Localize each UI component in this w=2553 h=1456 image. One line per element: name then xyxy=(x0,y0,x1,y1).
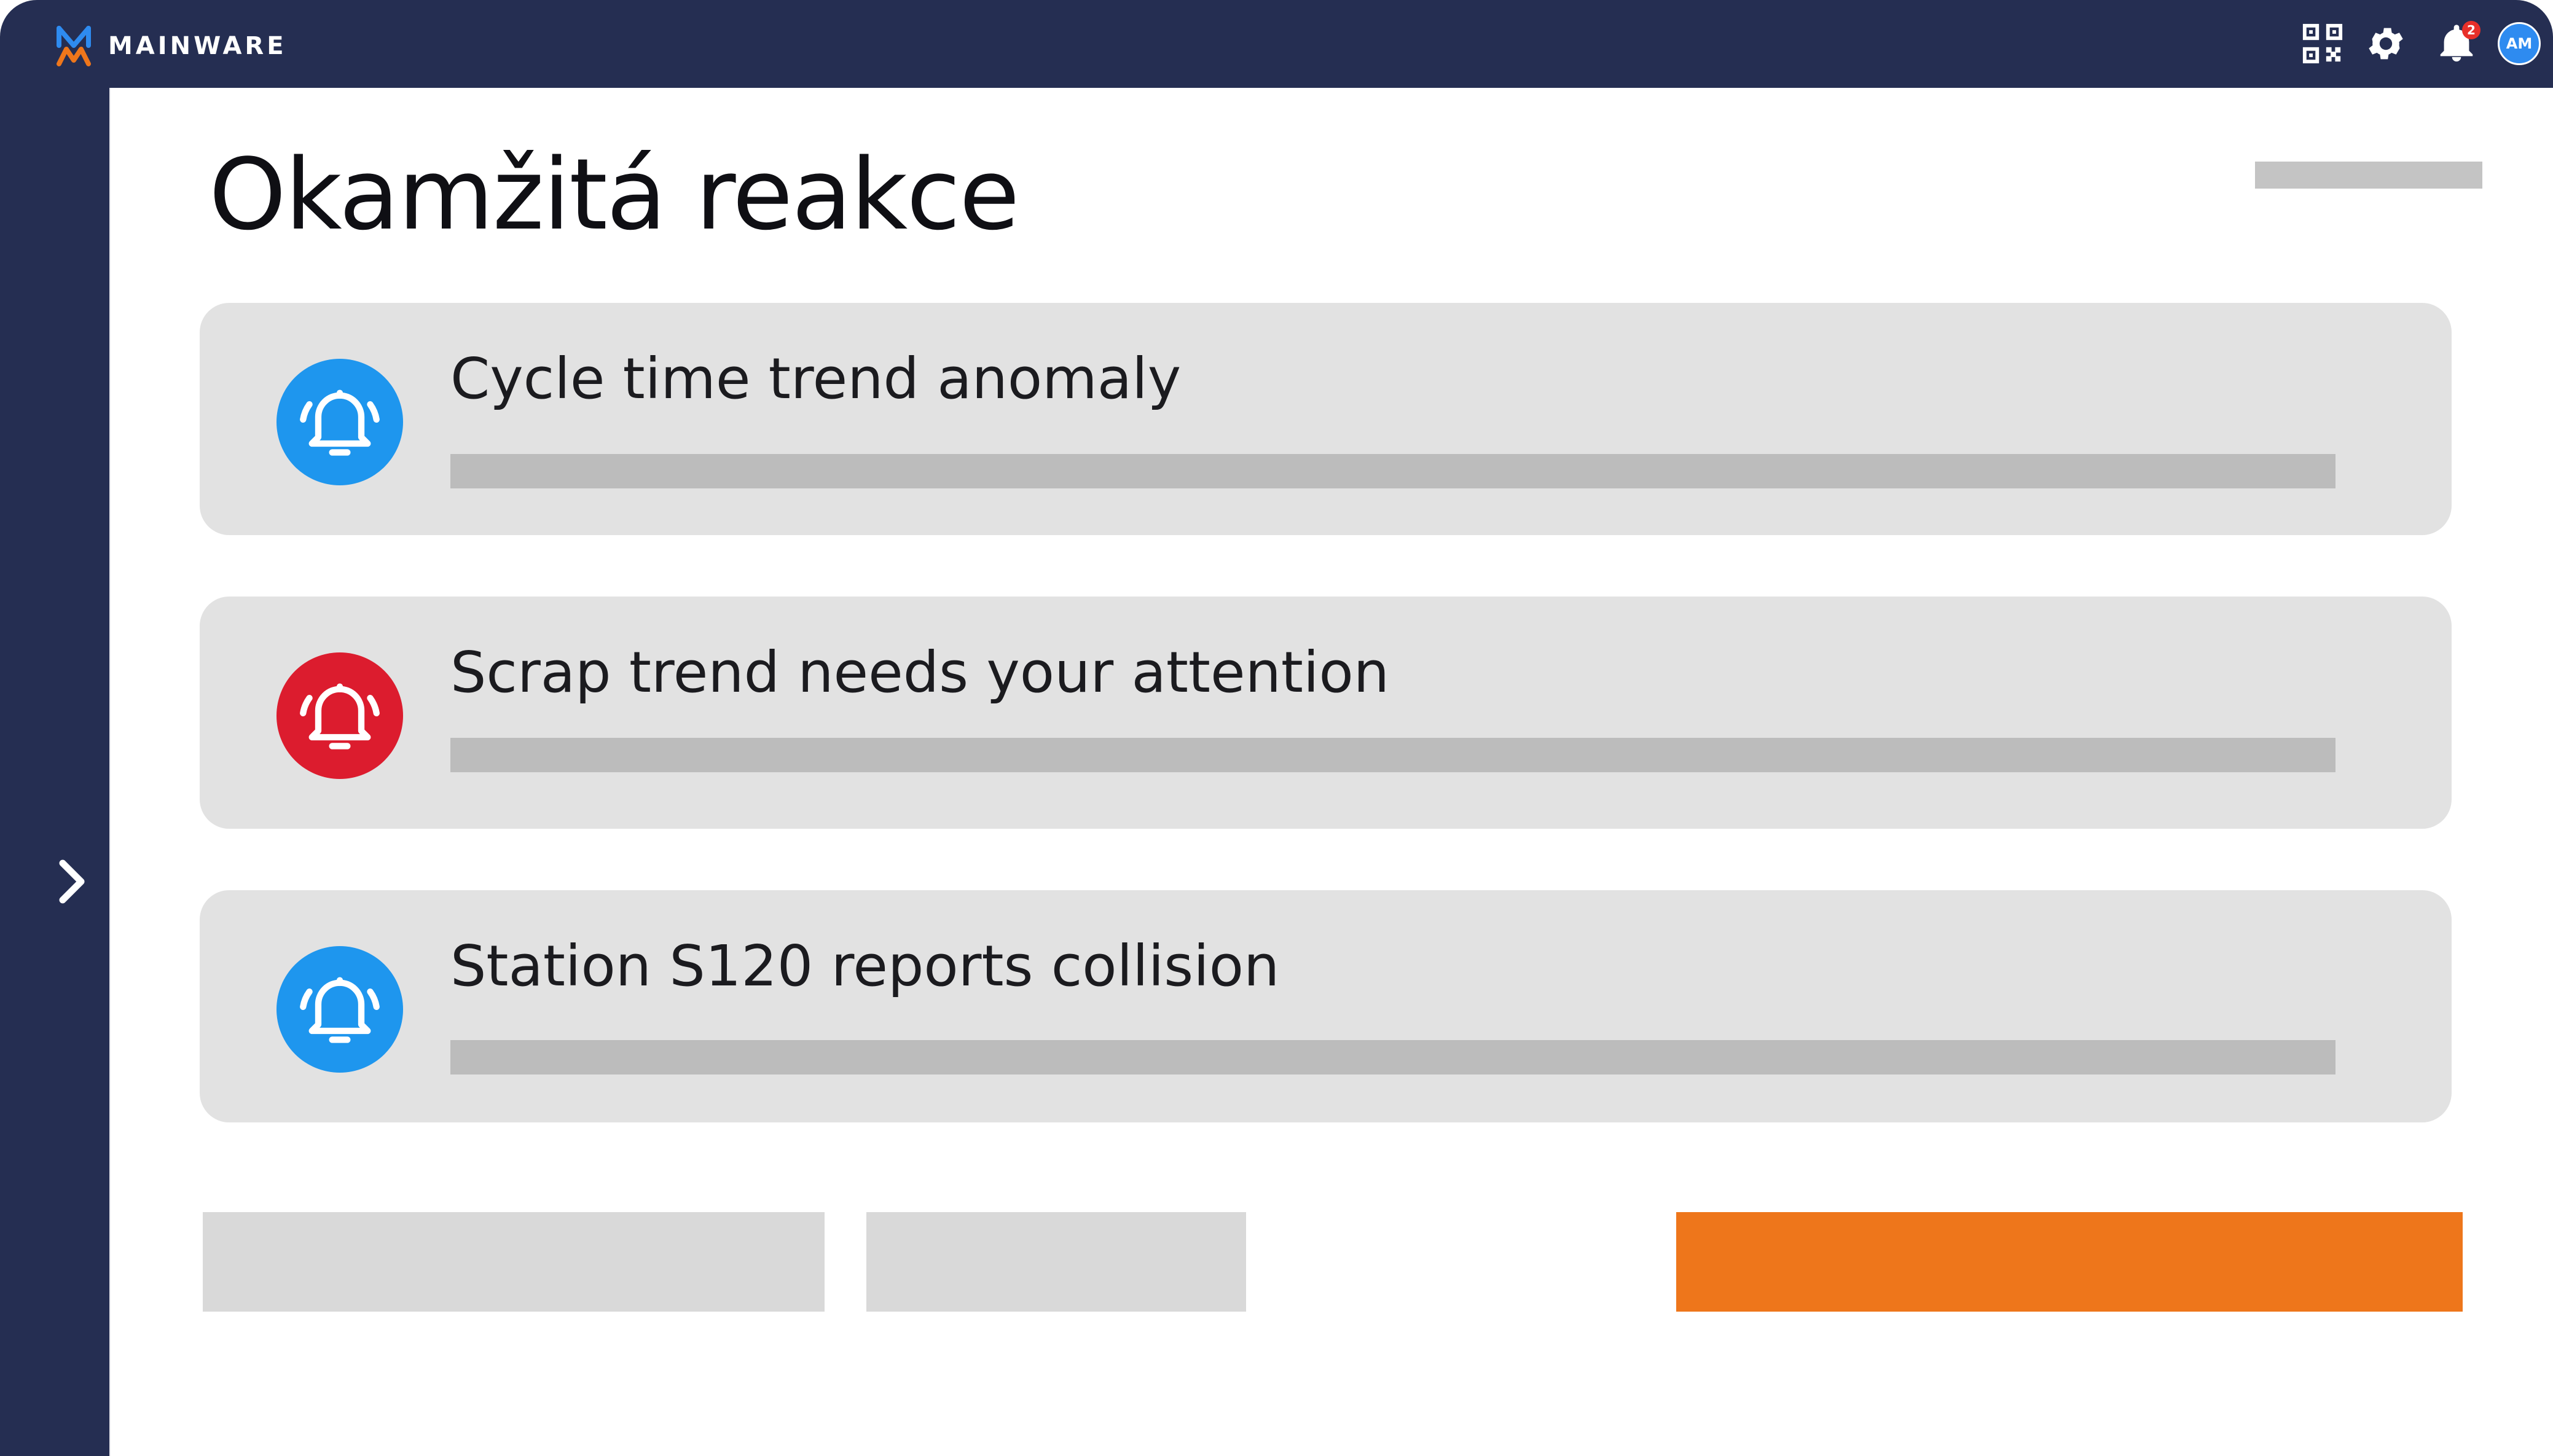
alert-description-placeholder xyxy=(450,1040,2335,1074)
page-title: Okamžitá reakce xyxy=(209,137,1020,252)
notification-badge: 2 xyxy=(2462,21,2480,39)
alert-title: Cycle time trend anomaly xyxy=(450,346,1182,412)
gear-icon[interactable] xyxy=(2364,22,2407,65)
sidebar-expand-button[interactable] xyxy=(50,857,93,906)
secondary-action-button[interactable] xyxy=(203,1212,825,1312)
alert-title: Station S120 reports collision xyxy=(450,933,1280,999)
alert-icon xyxy=(276,652,403,779)
alert-title: Scrap trend needs your attention xyxy=(450,640,1390,705)
mainware-logo-icon xyxy=(57,26,91,66)
bell-icon xyxy=(276,359,403,485)
alert-card[interactable]: Cycle time trend anomaly xyxy=(200,303,2452,535)
alert-icon xyxy=(276,946,403,1073)
brand[interactable]: MAINWARE xyxy=(55,25,287,68)
avatar[interactable]: AM xyxy=(2498,22,2541,65)
alert-card[interactable]: Scrap trend needs your attention xyxy=(200,597,2452,829)
main-content: Okamžitá reakce Cycle time trend anomaly xyxy=(109,88,2553,1456)
alert-card[interactable]: Station S120 reports collision xyxy=(200,890,2452,1122)
alert-description-placeholder xyxy=(450,738,2335,772)
primary-action-button[interactable] xyxy=(1676,1212,2463,1312)
alert-description-placeholder xyxy=(450,454,2335,488)
tertiary-action-button[interactable] xyxy=(866,1212,1246,1312)
bell-icon xyxy=(276,652,403,779)
top-bar: MAINWARE 2 AM xyxy=(0,0,2553,88)
qr-code-icon[interactable] xyxy=(2301,22,2344,65)
chevron-right-icon xyxy=(59,859,85,904)
bell-icon xyxy=(276,946,403,1073)
alert-icon xyxy=(276,359,403,485)
header-placeholder-bar xyxy=(2255,162,2482,189)
brand-name: MAINWARE xyxy=(108,32,287,60)
notifications-button[interactable]: 2 xyxy=(2435,21,2480,65)
